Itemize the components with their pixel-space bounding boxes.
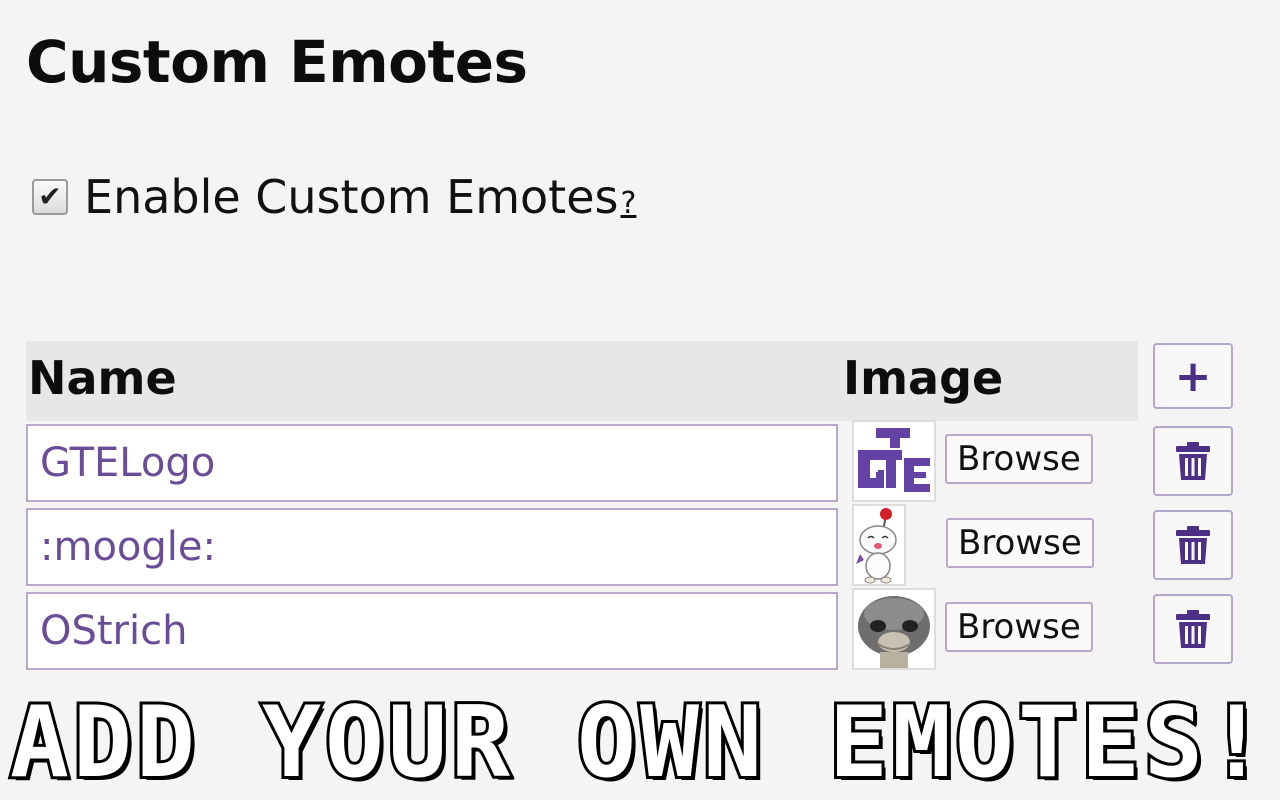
table-row: OStrich Browse xyxy=(26,588,1236,672)
moogle-icon xyxy=(852,504,906,586)
emote-name-input[interactable]: :moogle: xyxy=(26,508,838,586)
browse-button[interactable]: Browse xyxy=(945,602,1093,652)
delete-emote-button[interactable] xyxy=(1153,594,1233,664)
browse-button[interactable]: Browse xyxy=(946,518,1094,568)
trash-icon xyxy=(1176,610,1210,648)
help-link[interactable]: ? xyxy=(620,186,636,221)
delete-emote-button[interactable] xyxy=(1153,426,1233,496)
enable-custom-emotes-row: ✔ Enable Custom Emotes ? xyxy=(32,170,636,224)
column-header-name: Name xyxy=(28,351,177,405)
gte-logo-icon xyxy=(852,420,936,502)
emote-name-input[interactable]: GTELogo xyxy=(26,424,838,502)
emote-name-input[interactable]: OStrich xyxy=(26,592,838,670)
plus-icon: + xyxy=(1174,350,1212,402)
delete-emote-button[interactable] xyxy=(1153,510,1233,580)
ostrich-icon xyxy=(852,588,936,670)
table-row: :moogle: Browse xyxy=(26,504,1236,588)
promo-banner: ADD YOUR OWN EMOTES! xyxy=(0,683,1280,800)
browse-button[interactable]: Browse xyxy=(945,434,1093,484)
table-header: Name Image xyxy=(26,341,1138,421)
enable-custom-emotes-checkbox[interactable]: ✔ xyxy=(32,179,68,215)
trash-icon xyxy=(1176,526,1210,564)
enable-custom-emotes-label[interactable]: Enable Custom Emotes xyxy=(84,170,618,224)
page-title: Custom Emotes xyxy=(26,28,528,96)
trash-icon xyxy=(1176,442,1210,480)
banner-text: ADD YOUR OWN EMOTES! xyxy=(7,683,1271,800)
table-row: GTELogo Browse xyxy=(26,420,1236,504)
add-emote-button[interactable]: + xyxy=(1153,343,1233,409)
checkmark-icon: ✔ xyxy=(38,180,62,213)
column-header-image: Image xyxy=(843,351,1004,405)
